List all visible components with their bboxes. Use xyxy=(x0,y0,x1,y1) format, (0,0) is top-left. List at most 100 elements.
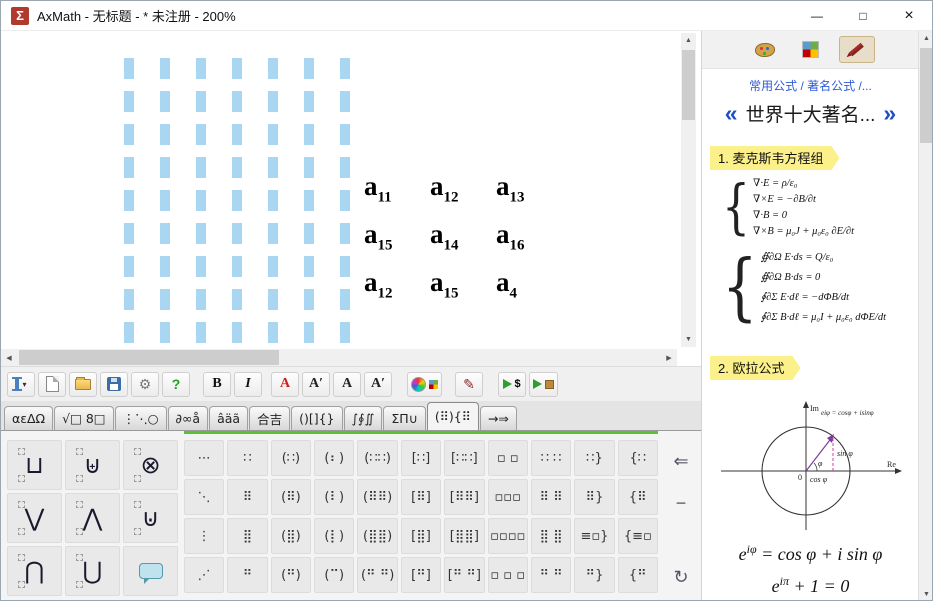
tab-accents[interactable]: âäã xyxy=(209,406,248,430)
tab-scripts-dots[interactable]: ⋮⋱○ xyxy=(115,406,167,430)
matrix-template-cell[interactable]: ⣿ ⣿ xyxy=(531,518,571,554)
scroll-up-button[interactable]: ▲ xyxy=(919,31,933,46)
scroll-thumb[interactable] xyxy=(19,350,279,365)
nary-uplus-button[interactable]: ⊎ xyxy=(65,440,120,490)
export-package-button[interactable] xyxy=(529,372,558,397)
save-button[interactable] xyxy=(100,372,128,397)
matrix-entry[interactable]: a11 xyxy=(356,171,422,206)
matrix-template-cell[interactable]: [∷] xyxy=(401,440,441,476)
tab-over-under[interactable]: 合吉 xyxy=(249,406,290,430)
matrix-template-cell[interactable]: ⠛ xyxy=(227,557,267,593)
matrix-template-cell[interactable]: (∷) xyxy=(271,440,311,476)
scroll-right-button[interactable]: ▶ xyxy=(661,349,677,366)
matrix-template-cell[interactable]: {⠿ xyxy=(618,479,658,515)
matrix-template-cell[interactable]: ⋱ xyxy=(184,479,224,515)
nary-cupdot-button[interactable]: ⊍ xyxy=(123,493,178,543)
matrix-entry[interactable]: a4 xyxy=(488,267,554,302)
matrix-template-cell[interactable]: ⣿ xyxy=(227,518,267,554)
matrix-template-cell[interactable]: [⣿] xyxy=(401,518,441,554)
matrix-template-cell[interactable]: [⠿] xyxy=(401,479,441,515)
palette-tab[interactable] xyxy=(747,36,783,63)
tab-operators-misc[interactable]: ∂∞å xyxy=(168,406,209,430)
style-variant-3-button[interactable]: A′ xyxy=(364,372,392,397)
scroll-down-button[interactable]: ▼ xyxy=(919,587,933,601)
matrix-template-cell[interactable]: ▫ ▫ xyxy=(488,440,528,476)
font-color-button[interactable]: A xyxy=(271,372,299,397)
scroll-thumb[interactable] xyxy=(920,48,933,143)
matrix-template-cell[interactable]: ⠛ ⠛ xyxy=(531,557,571,593)
breadcrumb[interactable]: 常用公式 / 著名公式 /... xyxy=(702,77,919,94)
matrix-template-cell[interactable]: ⠿ ⠿ xyxy=(531,479,571,515)
nary-sqcup-button[interactable]: ⊔ xyxy=(7,440,62,490)
matrix-template-cell[interactable]: ▫ ▫ ▫ xyxy=(488,557,528,593)
matrix-template-cell[interactable]: ∷} xyxy=(574,440,614,476)
matrix-template-cell[interactable]: {∷ xyxy=(618,440,658,476)
matrix-entry[interactable]: a13 xyxy=(488,171,554,206)
matrix-template-cell[interactable]: {⠛ xyxy=(618,557,658,593)
format-brush-button[interactable]: ✎ xyxy=(455,372,483,397)
prev-collection-button[interactable]: « xyxy=(725,102,738,125)
matrix-entry[interactable]: a14 xyxy=(422,219,488,254)
matrix-template-cell[interactable]: ⠿} xyxy=(574,479,614,515)
matrix-template-cell[interactable]: ∷ xyxy=(227,440,267,476)
matrix-template-cell[interactable]: ⋮ xyxy=(184,518,224,554)
sidebar-scrollbar[interactable]: ▲ ▼ xyxy=(918,31,933,601)
matrix-template-cell[interactable]: [⠛ ⠛] xyxy=(444,557,484,593)
matrix-template-cell[interactable]: (⣿) xyxy=(271,518,311,554)
matrix-template-cell[interactable]: (⣿⣿) xyxy=(357,518,397,554)
matrix-template-cell[interactable]: ∷ ∷ xyxy=(531,440,571,476)
matrix-template-cell[interactable]: ⠛} xyxy=(574,557,614,593)
scroll-thumb[interactable] xyxy=(682,50,695,120)
matrix-template-cell[interactable]: (⠛ ⠛) xyxy=(357,557,397,593)
matrix-entry[interactable]: a15 xyxy=(422,267,488,302)
style-variant-1-button[interactable]: A′ xyxy=(302,372,330,397)
style-variant-2-button[interactable]: A xyxy=(333,372,361,397)
matrix-template-cell[interactable]: (⠿⠿) xyxy=(357,479,397,515)
formula-library-tab[interactable] xyxy=(839,36,875,63)
matrix-template-cell[interactable]: (⡇) xyxy=(314,518,354,554)
matrix-template-cell[interactable]: (⠇) xyxy=(314,479,354,515)
matrix-template-cell[interactable]: ⠿ xyxy=(227,479,267,515)
matrix-template-cell[interactable]: ▫▫▫▫ xyxy=(488,518,528,554)
nary-cup-button[interactable]: ⋃ xyxy=(65,546,120,596)
matrix-template-cell[interactable]: ⋯ xyxy=(184,440,224,476)
matrix-entry[interactable]: a12 xyxy=(422,171,488,206)
italic-button[interactable]: I xyxy=(234,372,262,397)
scroll-down-button[interactable]: ▼ xyxy=(681,332,696,347)
matrix-template-cell[interactable]: [∷∷] xyxy=(444,440,484,476)
canvas-horizontal-scrollbar[interactable]: ◀ ▶ xyxy=(1,349,677,366)
minimize-button[interactable]: — xyxy=(794,1,840,30)
bold-button[interactable]: B xyxy=(203,372,231,397)
nary-otimes-button[interactable]: ⊗ xyxy=(123,440,178,490)
tab-arrows[interactable]: →⇒ xyxy=(480,406,517,430)
next-collection-button[interactable]: » xyxy=(883,102,896,125)
color-wheel-button[interactable] xyxy=(407,372,442,397)
matrix-template-cell[interactable]: (⠛) xyxy=(271,557,311,593)
editor-canvas[interactable]: a11a12a13a15a14a16a12a15a4 ▲ ▼ xyxy=(1,31,701,349)
matrix-entry[interactable]: a15 xyxy=(356,219,422,254)
samples-tab[interactable] xyxy=(793,36,829,63)
shrink-panel-button[interactable]: − xyxy=(668,490,694,516)
matrix-template-cell[interactable]: (⠿) xyxy=(271,479,311,515)
canvas-vertical-scrollbar[interactable]: ▲ ▼ xyxy=(681,33,696,347)
collapse-panel-button[interactable]: ⇐ xyxy=(668,448,694,474)
matrix-template-cell[interactable]: ⋰ xyxy=(184,557,224,593)
nary-wedge-button[interactable]: ⋀ xyxy=(65,493,120,543)
matrix-template-cell[interactable]: [⠛] xyxy=(401,557,441,593)
maximize-button[interactable]: □ xyxy=(840,1,886,30)
matrix-entry[interactable]: a12 xyxy=(356,267,422,302)
euler-formula[interactable]: eiφ = cos φ + i sin φ xyxy=(702,542,919,568)
matrix-template-cell[interactable]: ▫▫▫ xyxy=(488,479,528,515)
matrix-template-cell[interactable]: ≡▫} xyxy=(574,518,614,554)
open-file-button[interactable] xyxy=(69,372,97,397)
tab-greek-letters[interactable]: αεΔΩ xyxy=(4,406,53,430)
reset-panel-button[interactable]: ↻ xyxy=(668,564,694,590)
tab-big-operators[interactable]: ΣΠ∪ xyxy=(383,406,425,430)
tab-matrices[interactable]: (⠿){⠿ xyxy=(427,402,479,430)
matrix-entry[interactable]: a16 xyxy=(488,219,554,254)
euler-diagram[interactable]: Im Re 0 cos φ sin φ φ eiφ = cosφ + isinφ xyxy=(711,396,911,536)
matrix-template-cell[interactable]: {≡▫ xyxy=(618,518,658,554)
matrix-template-cell[interactable]: (⠆) xyxy=(314,440,354,476)
render-latex-button[interactable]: $ xyxy=(498,372,526,397)
new-document-button[interactable] xyxy=(38,372,66,397)
